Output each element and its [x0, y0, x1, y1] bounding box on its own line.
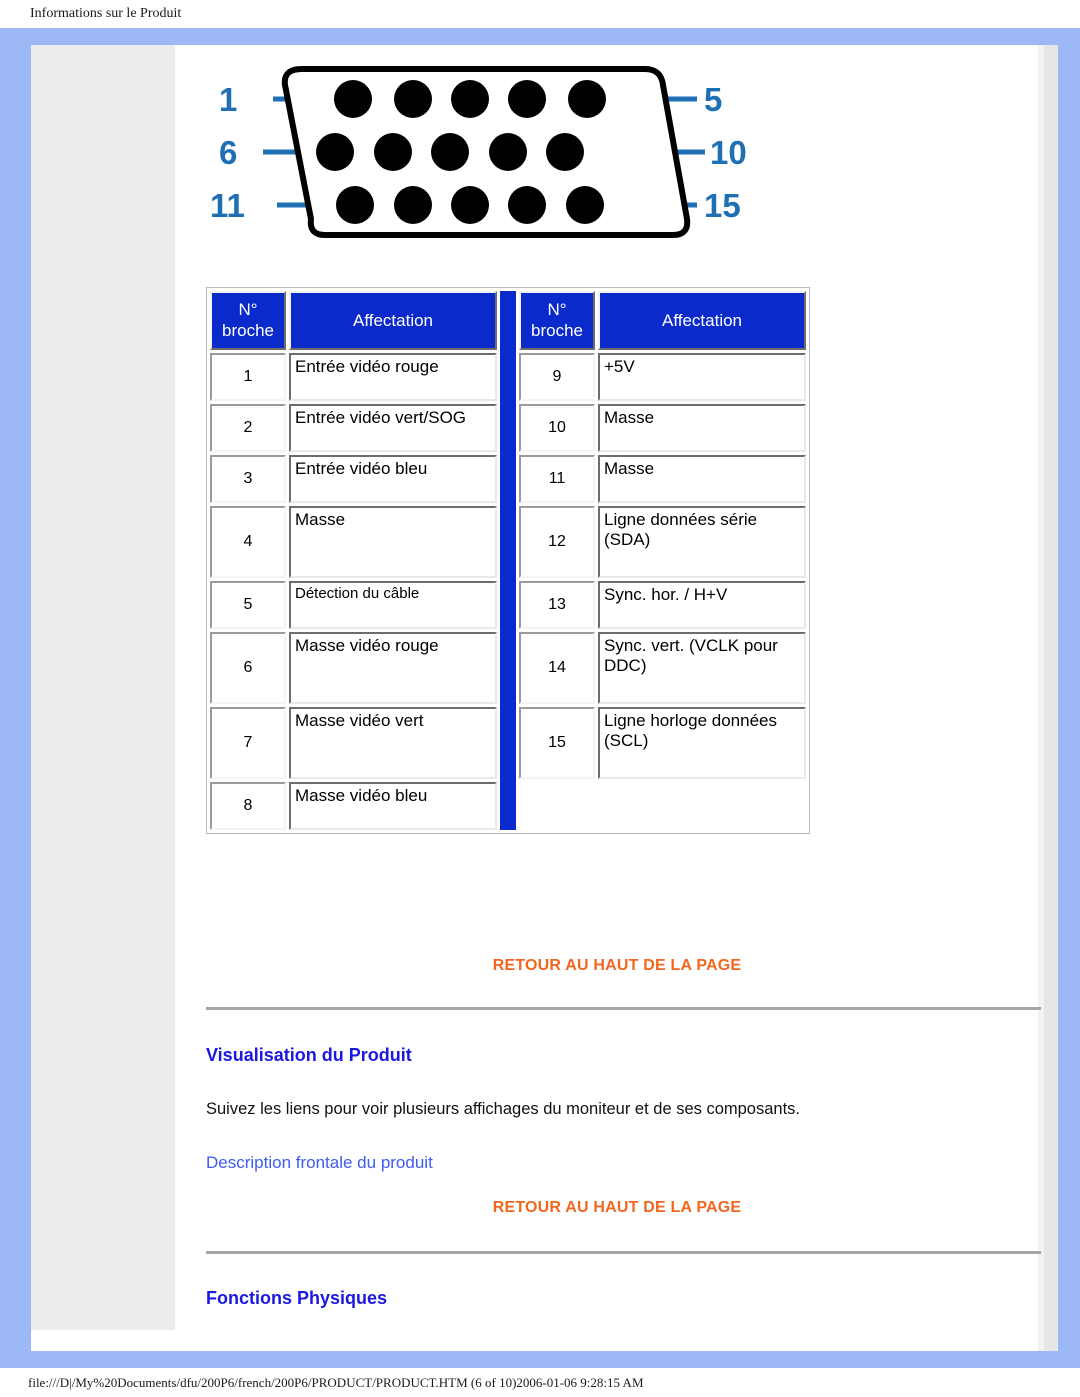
- table-row: 7 Masse vidéo vert: [210, 706, 497, 779]
- back-to-top-link-2[interactable]: RETOUR AU HAUT DE LA PAGE: [337, 1199, 897, 1217]
- pin-number-cell: 2: [210, 403, 286, 452]
- connector-label-11: 11: [210, 187, 245, 224]
- section-divider-2: [206, 1251, 1041, 1254]
- pin-number-cell: 4: [210, 505, 286, 578]
- main-content: 1 5 6 10 11 15 N° broche Affectation 1 E…: [175, 45, 1041, 1351]
- pin-assignment-cell: Masse vidéo bleu: [289, 781, 497, 830]
- pin-assignment-cell: Ligne horloge données (SCL): [598, 706, 806, 779]
- pin-number-cell: 12: [519, 505, 595, 578]
- pin-number-cell: 7: [210, 706, 286, 779]
- empty-cell: [519, 781, 595, 830]
- pin-number-cell: 11: [519, 454, 595, 503]
- pin-number-cell: 5: [210, 580, 286, 629]
- pin-assignment-cell: Entrée vidéo rouge: [289, 352, 497, 401]
- pin-assignment-cell: Sync. vert. (VCLK pour DDC): [598, 631, 806, 704]
- pin-number-cell: 8: [210, 781, 286, 830]
- table-header-row: N° broche Affectation: [519, 291, 806, 350]
- table-row: 11 Masse: [519, 454, 806, 503]
- description-frontale-link[interactable]: Description frontale du produit: [206, 1153, 433, 1173]
- pin-assignment-cell: Masse vidéo vert: [289, 706, 497, 779]
- connector-label-5: 5: [704, 81, 723, 118]
- pin-number-cell: 6: [210, 631, 286, 704]
- document-body: 1 5 6 10 11 15 N° broche Affectation 1 E…: [31, 45, 1058, 1351]
- table-row: 3 Entrée vidéo bleu: [210, 454, 497, 503]
- print-header-title: Informations sur le Produit: [30, 6, 182, 21]
- empty-cell: [598, 781, 806, 830]
- table-row: 13 Sync. hor. / H+V: [519, 580, 806, 629]
- print-footer: file:///D|/My%20Documents/dfu/200P6/fren…: [0, 1368, 1080, 1397]
- header-line-2: broche: [531, 321, 583, 341]
- table-separator-bar: [500, 291, 516, 830]
- pin-number-cell: 15: [519, 706, 595, 779]
- print-footer-path: file:///D|/My%20Documents/dfu/200P6/fren…: [28, 1374, 644, 1390]
- left-navigation-column[interactable]: [31, 45, 175, 1330]
- header-line-1: N°: [238, 300, 258, 319]
- pin-number-cell: 10: [519, 403, 595, 452]
- back-to-top-link-1[interactable]: RETOUR AU HAUT DE LA PAGE: [337, 957, 897, 975]
- header-line-2: broche: [222, 321, 274, 341]
- table-row: 4 Masse: [210, 505, 497, 578]
- pin-number-cell: 3: [210, 454, 286, 503]
- pin-number-cell: 1: [210, 352, 286, 401]
- pin-assignment-cell: Masse vidéo rouge: [289, 631, 497, 704]
- page-frame: 1 5 6 10 11 15 N° broche Affectation 1 E…: [0, 28, 1080, 1368]
- table-row-empty: [519, 781, 806, 830]
- pin-assignment-cell: Entrée vidéo bleu: [289, 454, 497, 503]
- table-row: 9 +5V: [519, 352, 806, 401]
- column-header-assignment: Affectation: [598, 291, 806, 350]
- pin-assignment-cell: Masse: [289, 505, 497, 578]
- vga-connector-diagram: 1 5 6 10 11 15: [205, 47, 765, 255]
- table-row: 14 Sync. vert. (VCLK pour DDC): [519, 631, 806, 704]
- connector-label-6: 6: [219, 134, 238, 171]
- pin-assignment-cell: Masse: [598, 403, 806, 452]
- connector-label-1: 1: [219, 81, 238, 118]
- table-row: 8 Masse vidéo bleu: [210, 781, 497, 830]
- pin-number-cell: 13: [519, 580, 595, 629]
- table-row: 6 Masse vidéo rouge: [210, 631, 497, 704]
- connector-label-10: 10: [710, 134, 747, 171]
- print-header: Informations sur le Produit: [0, 0, 1080, 28]
- pin-number-cell: 14: [519, 631, 595, 704]
- table-row: 2 Entrée vidéo vert/SOG: [210, 403, 497, 452]
- pin-number-cell: 9: [519, 352, 595, 401]
- table-row: 12 Ligne données série (SDA): [519, 505, 806, 578]
- pin-assignment-cell: Masse: [598, 454, 806, 503]
- header-line-1: N°: [547, 300, 567, 319]
- pin-assignment-cell: +5V: [598, 352, 806, 401]
- pin-assignment-cell: Détection du câble: [289, 580, 497, 629]
- column-header-pin-number: N° broche: [519, 291, 595, 350]
- pin-assignment-tables: N° broche Affectation 1 Entrée vidéo rou…: [206, 287, 810, 834]
- pin-table-right: N° broche Affectation 9 +5V 10 Masse 11 …: [516, 288, 809, 833]
- table-row: 10 Masse: [519, 403, 806, 452]
- column-header-pin-number: N° broche: [210, 291, 286, 350]
- table-row: 1 Entrée vidéo rouge: [210, 352, 497, 401]
- section-heading-visualisation: Visualisation du Produit: [206, 1045, 412, 1065]
- pin-table-left: N° broche Affectation 1 Entrée vidéo rou…: [207, 288, 500, 833]
- connector-label-15: 15: [704, 187, 741, 224]
- visualisation-paragraph: Suivez les liens pour voir plusieurs aff…: [206, 1100, 801, 1118]
- pin-assignment-cell: Sync. hor. / H+V: [598, 580, 806, 629]
- table-header-row: N° broche Affectation: [210, 291, 497, 350]
- section-divider-1: [206, 1007, 1041, 1010]
- table-row: 5 Détection du câble: [210, 580, 497, 629]
- pin-assignment-cell: Entrée vidéo vert/SOG: [289, 403, 497, 452]
- right-edge-strip: [1044, 45, 1058, 1351]
- column-header-assignment: Affectation: [289, 291, 497, 350]
- pin-assignment-cell: Ligne données série (SDA): [598, 505, 806, 578]
- table-row: 15 Ligne horloge données (SCL): [519, 706, 806, 779]
- section-heading-fonctions: Fonctions Physiques: [206, 1288, 388, 1308]
